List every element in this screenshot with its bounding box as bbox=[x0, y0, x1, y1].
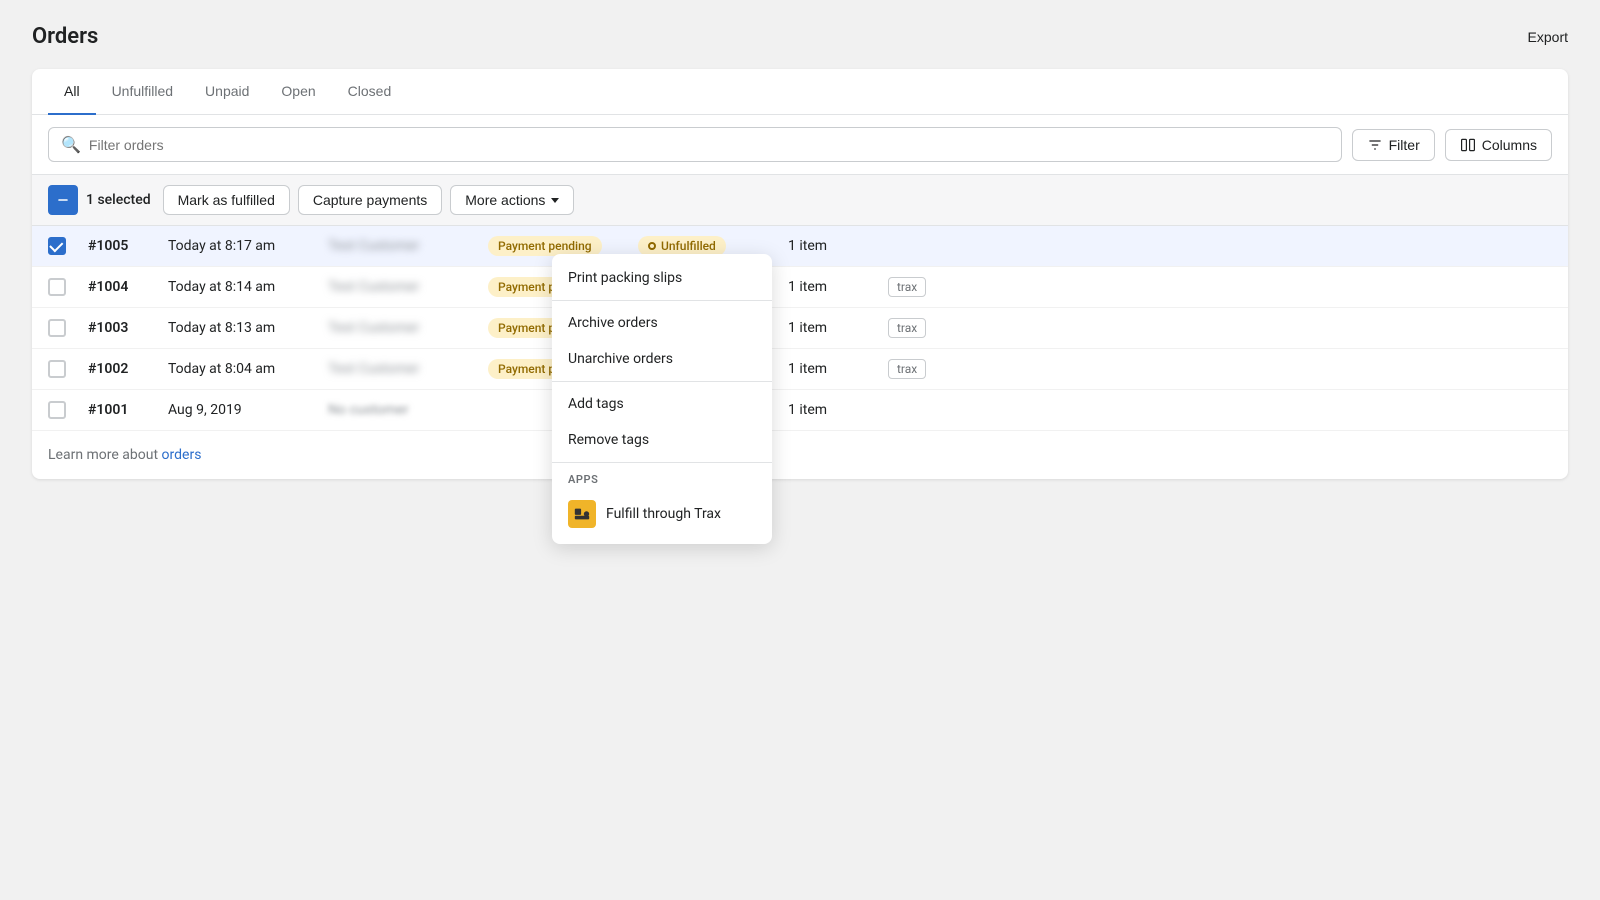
search-row: 🔍 Filter Columns bbox=[32, 115, 1568, 175]
tab-open[interactable]: Open bbox=[265, 69, 331, 115]
fulfillment-badge: Unfulfilled bbox=[638, 236, 726, 256]
more-actions-label: More actions bbox=[465, 192, 545, 208]
order-tag: trax bbox=[888, 320, 968, 336]
filter-button[interactable]: Filter bbox=[1352, 129, 1435, 161]
customer-name: No customer bbox=[328, 402, 488, 418]
capture-payments-button[interactable]: Capture payments bbox=[298, 185, 442, 215]
table-row[interactable]: #1003 Today at 8:13 am Test Customer Pay… bbox=[32, 308, 1568, 349]
payment-badge: Payment pending bbox=[488, 236, 602, 256]
trax-icon bbox=[573, 505, 591, 523]
order-id: #1003 bbox=[88, 320, 168, 336]
export-button[interactable]: Export bbox=[1528, 29, 1568, 45]
filter-label: Filter bbox=[1389, 137, 1420, 153]
columns-icon bbox=[1460, 137, 1476, 153]
customer-name: Test Customer bbox=[328, 279, 488, 295]
tab-unpaid[interactable]: Unpaid bbox=[189, 69, 265, 115]
table-row[interactable]: #1002 Today at 8:04 am Test Customer Pay… bbox=[32, 349, 1568, 390]
search-input[interactable] bbox=[89, 137, 1329, 153]
bulk-select-indicator[interactable] bbox=[48, 185, 78, 215]
customer-name: Test Customer bbox=[328, 361, 488, 377]
order-items: 1 item bbox=[788, 279, 888, 295]
fulfill-trax-label: Fulfill through Trax bbox=[606, 506, 721, 522]
tab-all[interactable]: All bbox=[48, 69, 96, 115]
orders-link[interactable]: orders bbox=[162, 447, 202, 463]
mark-fulfilled-button[interactable]: Mark as fulfilled bbox=[163, 185, 290, 215]
dropdown-section-apps: APPS bbox=[552, 467, 772, 490]
row-checkbox[interactable] bbox=[48, 401, 66, 419]
table-row[interactable]: #1004 Today at 8:14 am Test Customer Pay… bbox=[32, 267, 1568, 308]
minus-icon bbox=[55, 192, 71, 208]
order-items: 1 item bbox=[788, 238, 888, 254]
action-bar: 1 selected Mark as fulfilled Capture pay… bbox=[32, 175, 1568, 226]
tab-closed[interactable]: Closed bbox=[332, 69, 408, 115]
customer-name: Test Customer bbox=[328, 320, 488, 336]
row-checkbox[interactable] bbox=[48, 360, 66, 378]
dropdown-item-add-tags[interactable]: Add tags bbox=[552, 386, 772, 422]
order-date: Today at 8:14 am bbox=[168, 279, 328, 295]
order-id: #1005 bbox=[88, 238, 168, 254]
order-items: 1 item bbox=[788, 320, 888, 336]
order-tag: trax bbox=[888, 361, 968, 377]
order-date: Aug 9, 2019 bbox=[168, 402, 328, 418]
dropdown-item-remove-tags[interactable]: Remove tags bbox=[552, 422, 772, 458]
row-checkbox[interactable] bbox=[48, 319, 66, 337]
orders-table: #1005 Today at 8:17 am Test Customer Pay… bbox=[32, 226, 1568, 431]
page-title: Orders bbox=[32, 24, 98, 49]
order-items: 1 item bbox=[788, 361, 888, 377]
payment-status: Payment pending bbox=[488, 236, 638, 256]
selected-count: 1 selected bbox=[86, 192, 151, 208]
order-id: #1002 bbox=[88, 361, 168, 377]
row-checkbox[interactable] bbox=[48, 278, 66, 296]
dropdown-divider bbox=[552, 462, 772, 463]
dropdown-divider bbox=[552, 300, 772, 301]
more-actions-button[interactable]: More actions bbox=[450, 185, 574, 215]
tab-unfulfilled[interactable]: Unfulfilled bbox=[96, 69, 189, 115]
order-date: Today at 8:17 am bbox=[168, 238, 328, 254]
more-actions-dropdown: Print packing slips Archive orders Unarc… bbox=[552, 254, 772, 544]
search-box[interactable]: 🔍 bbox=[48, 127, 1342, 162]
trax-app-icon bbox=[568, 500, 596, 528]
footer-note: Learn more about orders bbox=[32, 431, 1568, 479]
order-tag: trax bbox=[888, 279, 968, 295]
dropdown-item-fulfill-trax[interactable]: Fulfill through Trax bbox=[552, 490, 772, 538]
search-icon: 🔍 bbox=[61, 135, 81, 154]
dropdown-item-print-packing-slips[interactable]: Print packing slips bbox=[552, 260, 772, 296]
order-date: Today at 8:04 am bbox=[168, 361, 328, 377]
order-items: 1 item bbox=[788, 402, 888, 418]
order-id: #1004 bbox=[88, 279, 168, 295]
table-row[interactable]: #1001 Aug 9, 2019 No customer Unfulfille… bbox=[32, 390, 1568, 431]
dropdown-item-archive-orders[interactable]: Archive orders bbox=[552, 305, 772, 341]
chevron-down-icon bbox=[551, 198, 559, 203]
columns-button[interactable]: Columns bbox=[1445, 129, 1552, 161]
fulfillment-status: Unfulfilled bbox=[638, 236, 788, 256]
tabs-bar: All Unfulfilled Unpaid Open Closed bbox=[32, 69, 1568, 115]
dropdown-item-unarchive-orders[interactable]: Unarchive orders bbox=[552, 341, 772, 377]
filter-icon bbox=[1367, 137, 1383, 153]
columns-label: Columns bbox=[1482, 137, 1537, 153]
unfulfilled-dot bbox=[648, 242, 656, 250]
table-row[interactable]: #1005 Today at 8:17 am Test Customer Pay… bbox=[32, 226, 1568, 267]
customer-name: Test Customer bbox=[328, 238, 488, 254]
order-id: #1001 bbox=[88, 402, 168, 418]
order-date: Today at 8:13 am bbox=[168, 320, 328, 336]
dropdown-divider bbox=[552, 381, 772, 382]
row-checkbox[interactable] bbox=[48, 237, 66, 255]
